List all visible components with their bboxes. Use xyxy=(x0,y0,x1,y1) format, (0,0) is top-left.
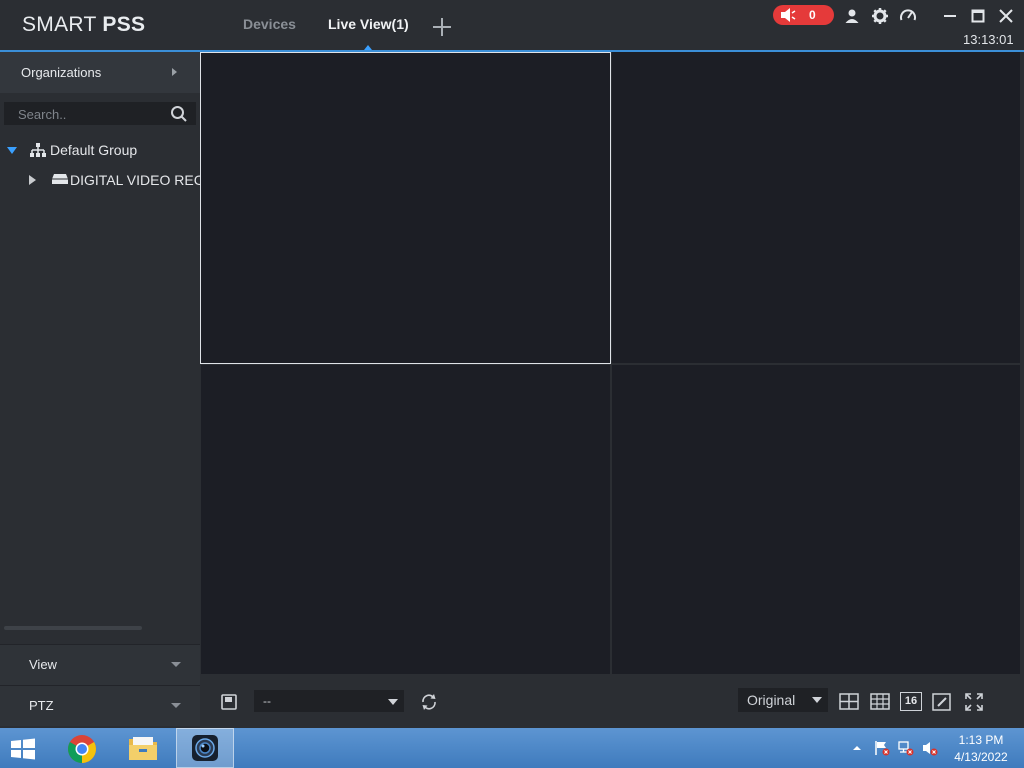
search-input[interactable] xyxy=(18,106,158,122)
minimize-icon[interactable] xyxy=(941,7,959,25)
title-bar: SMART PSS Devices Live View(1) 0 13:13:0… xyxy=(0,0,1024,50)
taskbar-date[interactable]: 4/13/2022 xyxy=(946,750,1016,764)
tree-item-default-group[interactable]: Default Group xyxy=(50,142,137,158)
clock: 13:13:01 xyxy=(963,32,1014,47)
close-icon[interactable] xyxy=(997,7,1015,25)
search-icon[interactable] xyxy=(170,105,188,123)
organization-icon xyxy=(30,143,46,157)
layout-9-icon[interactable] xyxy=(870,692,890,712)
video-window-4[interactable] xyxy=(612,365,1020,674)
chevron-right-icon xyxy=(172,68,177,76)
app-logo: SMART PSS xyxy=(22,13,145,37)
expand-arrow-icon[interactable] xyxy=(7,147,17,154)
video-window-2[interactable] xyxy=(612,52,1020,363)
refresh-icon[interactable] xyxy=(419,692,439,712)
fullscreen-icon[interactable] xyxy=(964,692,984,712)
view-panel-header[interactable]: View xyxy=(0,645,200,685)
network-icon[interactable] xyxy=(898,740,914,756)
alarm-count: 0 xyxy=(809,8,816,22)
ptz-panel-label: PTZ xyxy=(29,698,54,713)
taskbar-smartpss-button[interactable] xyxy=(176,728,234,768)
performance-gauge-icon[interactable] xyxy=(899,7,917,25)
organizations-label: Organizations xyxy=(21,65,102,80)
tab-live-view[interactable]: Live View(1) xyxy=(328,16,409,32)
chevron-down-icon xyxy=(812,697,822,703)
live-view-toolbar: -- Original 16 xyxy=(200,676,1024,728)
live-view-grid xyxy=(200,52,1020,674)
volume-muted-icon[interactable] xyxy=(922,740,938,756)
taskbar-time[interactable]: 1:13 PM xyxy=(952,733,1010,747)
layout-16-button[interactable]: 16 xyxy=(900,692,922,711)
view-panel-label: View xyxy=(29,657,57,672)
windows-start-icon[interactable] xyxy=(8,737,38,761)
aspect-ratio-value: Original xyxy=(747,692,796,708)
view-select-value: -- xyxy=(263,694,271,708)
alarm-button[interactable]: 0 xyxy=(773,5,834,25)
video-window-3[interactable] xyxy=(201,365,610,674)
ptz-panel-header[interactable]: PTZ xyxy=(0,686,200,726)
windows-taskbar: 1:13 PM 4/13/2022 xyxy=(0,728,1024,768)
add-tab-icon[interactable] xyxy=(431,16,453,38)
search-box xyxy=(4,102,196,125)
gear-icon[interactable] xyxy=(871,7,889,25)
action-center-flag-icon[interactable] xyxy=(874,740,890,756)
aspect-ratio-select[interactable]: Original xyxy=(738,688,828,712)
show-hidden-icons-icon[interactable] xyxy=(851,740,863,756)
save-view-icon[interactable] xyxy=(219,692,239,712)
layout-4-icon[interactable] xyxy=(839,692,859,712)
tab-devices[interactable]: Devices xyxy=(243,16,296,32)
speaker-icon xyxy=(781,8,796,22)
maximize-icon[interactable] xyxy=(969,7,987,25)
logo-text-bold: PSS xyxy=(102,13,146,36)
smartpss-app-icon xyxy=(192,735,218,761)
video-window-1[interactable] xyxy=(200,52,611,364)
user-icon[interactable] xyxy=(843,7,861,25)
dvr-device-icon xyxy=(52,174,68,184)
chevron-down-icon xyxy=(171,703,181,708)
view-select[interactable]: -- xyxy=(254,690,404,712)
chevron-down-icon xyxy=(171,662,181,667)
chrome-icon[interactable] xyxy=(66,733,98,765)
logo-text-thin: SMART xyxy=(22,13,103,36)
custom-layout-edit-icon[interactable] xyxy=(932,692,952,712)
collapse-arrow-icon[interactable] xyxy=(29,175,36,185)
chevron-down-icon xyxy=(388,699,398,705)
file-explorer-icon[interactable] xyxy=(127,734,159,762)
organizations-header[interactable]: Organizations xyxy=(0,52,200,93)
tree-item-dvr[interactable]: DIGITAL VIDEO RECORDER xyxy=(70,172,200,188)
horizontal-scrollbar[interactable] xyxy=(4,626,142,630)
tree-item-device-clip: DIGITAL VIDEO RECORDER xyxy=(70,172,200,188)
sidebar: Organizations Default Group DIGITAL VIDE… xyxy=(0,52,200,728)
